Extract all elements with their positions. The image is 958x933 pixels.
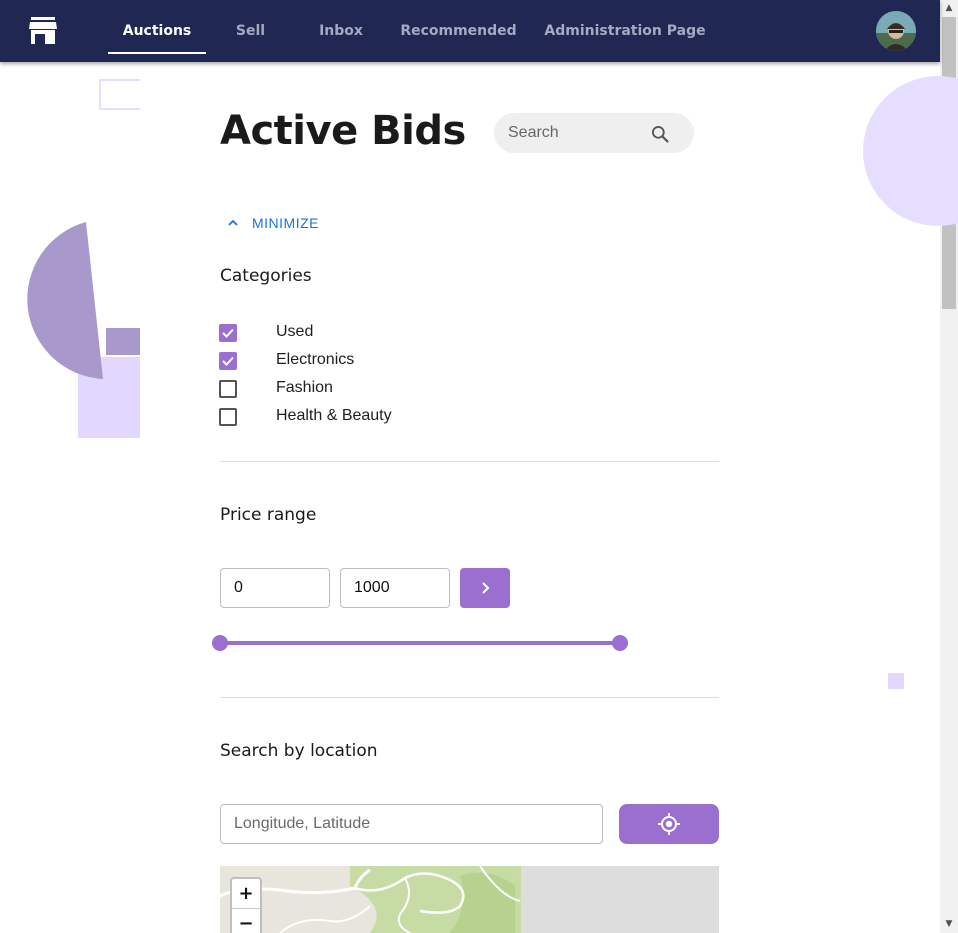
search-input[interactable]: [508, 113, 648, 153]
decorative-outline-rect: [99, 79, 140, 110]
search-box[interactable]: [494, 113, 694, 153]
location-map[interactable]: + −: [220, 866, 719, 933]
decorative-square: [888, 673, 904, 689]
chevron-up-icon: [228, 219, 238, 226]
tab-inbox[interactable]: Inbox: [306, 0, 376, 62]
category-label: Used: [276, 323, 314, 340]
checkbox-electronics[interactable]: [219, 352, 237, 370]
location-input[interactable]: [220, 804, 603, 844]
price-range-title: Price range: [220, 505, 317, 525]
category-item-health-beauty[interactable]: Health & Beauty: [218, 405, 392, 429]
user-avatar[interactable]: [876, 11, 916, 51]
price-apply-button[interactable]: [460, 568, 510, 608]
page-title: Active Bids: [220, 108, 466, 154]
page: Auctions Sell Inbox Recommended Administ…: [0, 0, 958, 933]
checkbox-used[interactable]: [219, 324, 237, 342]
locate-me-button[interactable]: [619, 804, 719, 844]
location-title: Search by location: [220, 741, 378, 761]
category-label: Electronics: [276, 351, 355, 368]
decorative-circle: [863, 76, 958, 226]
tab-recommended[interactable]: Recommended: [396, 0, 521, 62]
my-location-icon: [658, 813, 680, 835]
chevron-right-icon: [482, 582, 490, 594]
price-max-field[interactable]: 1000: [340, 568, 450, 608]
minimize-label: MINIMIZE: [252, 215, 319, 231]
map-zoom-out-button[interactable]: −: [232, 908, 260, 933]
price-slider-track[interactable]: [220, 641, 620, 645]
section-divider: [220, 697, 719, 698]
category-label: Health & Beauty: [276, 407, 392, 424]
check-icon: [222, 356, 234, 366]
active-tab-indicator: [108, 52, 206, 54]
price-slider-max-thumb[interactable]: [612, 635, 628, 651]
category-label: Fashion: [276, 379, 333, 396]
map-zoom-in-button[interactable]: +: [232, 879, 260, 908]
storefront-icon[interactable]: [29, 17, 57, 44]
section-divider: [220, 461, 719, 462]
category-item-used[interactable]: Used: [218, 321, 313, 345]
avatar-image: [876, 11, 916, 51]
price-slider-min-thumb[interactable]: [212, 635, 228, 651]
decorative-shapes: [27, 222, 140, 438]
price-min-field[interactable]: 0: [220, 568, 330, 608]
minimize-button[interactable]: MINIMIZE: [226, 213, 319, 233]
checkbox-health-beauty[interactable]: [219, 408, 237, 426]
scroll-down-icon[interactable]: ▼: [940, 916, 958, 933]
search-icon[interactable]: [650, 124, 670, 144]
map-tiles: [220, 866, 521, 933]
category-item-fashion[interactable]: Fashion: [218, 377, 333, 401]
categories-title: Categories: [220, 266, 312, 286]
checkbox-fashion[interactable]: [219, 380, 237, 398]
check-icon: [222, 328, 234, 338]
tab-administration-page[interactable]: Administration Page: [540, 0, 710, 62]
tab-sell[interactable]: Sell: [223, 0, 278, 62]
map-zoom-control: + −: [230, 877, 262, 933]
scroll-up-icon[interactable]: ▲: [940, 0, 958, 17]
category-item-electronics[interactable]: Electronics: [218, 349, 354, 373]
top-nav: Auctions Sell Inbox Recommended Administ…: [0, 0, 940, 62]
